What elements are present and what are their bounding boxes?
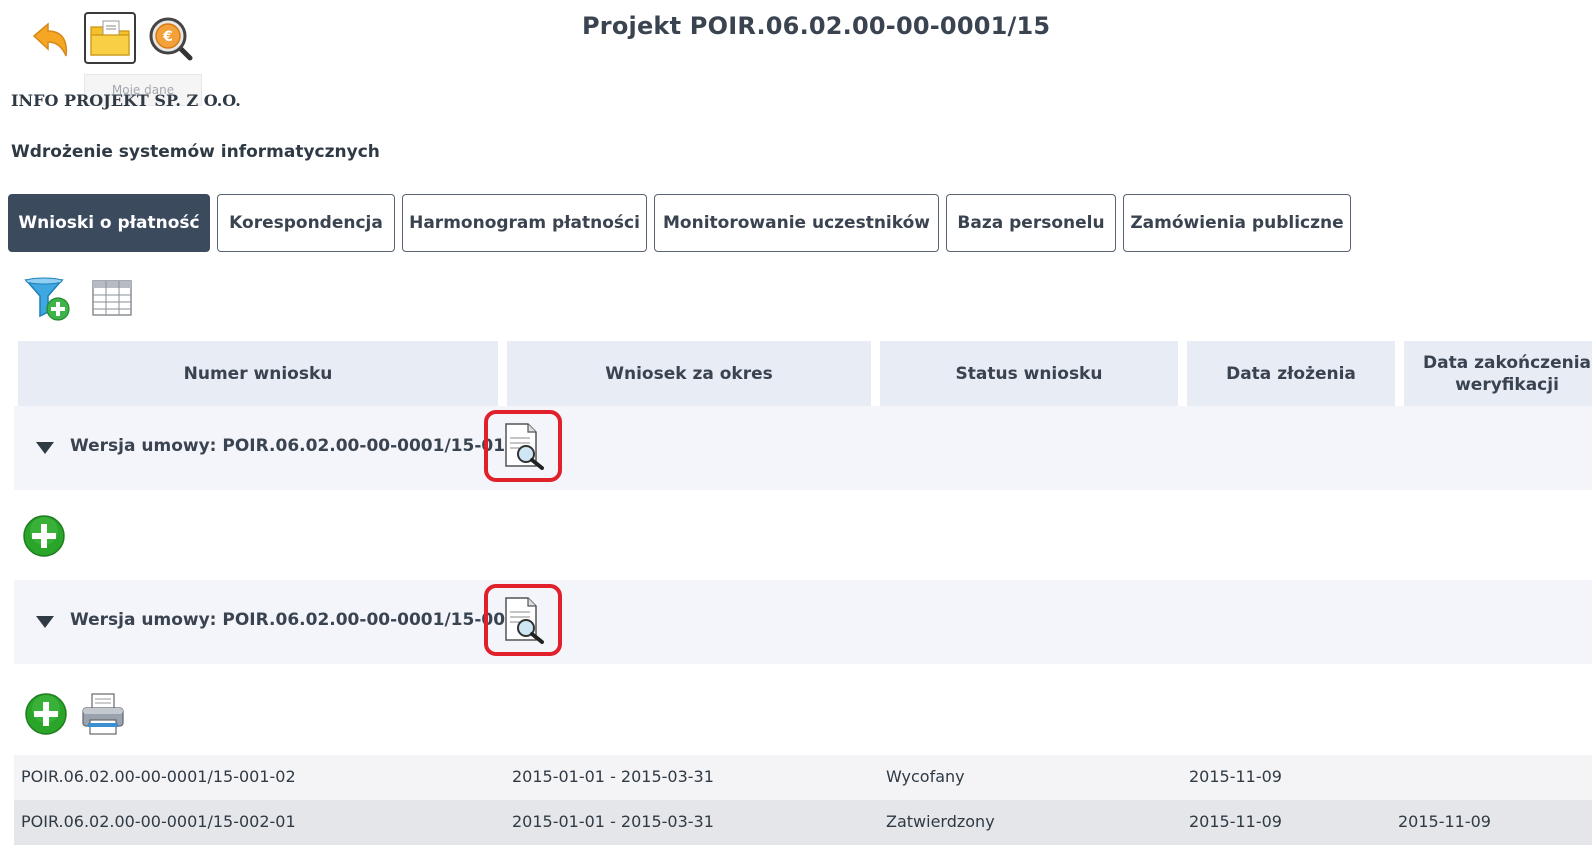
cell-status-wniosku: Wycofany [886, 767, 965, 786]
column-header-status-wniosku[interactable]: Status wniosku [880, 341, 1178, 406]
tab-korespondencja[interactable]: Korespondencja [217, 194, 395, 252]
folder-icon[interactable] [84, 12, 136, 64]
cell-data-zakonczenia: 2015-11-09 [1398, 812, 1491, 831]
group-label: Wersja umowy: POIR.06.02.00-00-0001/15-0… [70, 436, 506, 456]
cell-data-zlozenia: 2015-11-09 [1189, 767, 1282, 786]
column-header-data-zlozenia[interactable]: Data złożenia [1187, 341, 1395, 406]
table-columns-icon[interactable] [92, 280, 132, 316]
document-preview-icon[interactable] [484, 584, 562, 656]
group-row: Wersja umowy: POIR.06.02.00-00-0001/15-0… [14, 580, 1592, 664]
group-label: Wersja umowy: POIR.06.02.00-00-0001/15-0… [70, 610, 506, 630]
tab-bar: Wnioski o płatność Korespondencja Harmon… [8, 194, 1351, 252]
tab-wnioski-o-platnosc[interactable]: Wnioski o płatność [8, 194, 210, 252]
back-arrow-icon[interactable] [28, 16, 72, 60]
cell-wniosek-za-okres: 2015-01-01 - 2015-03-31 [512, 812, 714, 831]
tab-zamowienia-publiczne[interactable]: Zamówienia publiczne [1123, 194, 1351, 252]
tab-harmonogram-platnosci[interactable]: Harmonogram płatności [402, 194, 647, 252]
table-row[interactable]: POIR.06.02.00-00-0001/15-002-01 2015-01-… [14, 800, 1592, 845]
add-icon[interactable] [22, 514, 66, 558]
table-header: Numer wniosku Wniosek za okres Status wn… [18, 341, 1592, 406]
filter-add-icon[interactable] [24, 276, 72, 322]
caret-down-icon[interactable] [36, 616, 54, 628]
document-preview-icon[interactable] [484, 410, 562, 482]
cell-numer-wniosku: POIR.06.02.00-00-0001/15-002-01 [21, 812, 296, 831]
cell-wniosek-za-okres: 2015-01-01 - 2015-03-31 [512, 767, 714, 786]
printer-icon[interactable] [80, 692, 126, 738]
column-header-wniosek-za-okres[interactable]: Wniosek za okres [507, 341, 871, 406]
euro-search-icon[interactable]: € [146, 14, 196, 64]
group-row: Wersja umowy: POIR.06.02.00-00-0001/15-0… [14, 406, 1592, 490]
cell-status-wniosku: Zatwierdzony [886, 812, 995, 831]
page-title: Projekt POIR.06.02.00-00-0001/15 [582, 12, 1051, 40]
caret-down-icon[interactable] [36, 442, 54, 454]
table-row[interactable]: POIR.06.02.00-00-0001/15-001-02 2015-01-… [14, 755, 1592, 800]
tab-baza-personelu[interactable]: Baza personelu [946, 194, 1116, 252]
company-name: INFO PROJEKT SP. Z O.O. [11, 91, 241, 110]
column-header-data-zakonczenia-weryfikacji[interactable]: Data zakończenia weryfikacji [1404, 341, 1592, 406]
svg-text:€: € [162, 29, 173, 45]
column-header-numer-wniosku[interactable]: Numer wniosku [18, 341, 498, 406]
tab-monitorowanie-uczestnikow[interactable]: Monitorowanie uczestników [654, 194, 939, 252]
cell-numer-wniosku: POIR.06.02.00-00-0001/15-001-02 [21, 767, 296, 786]
cell-data-zlozenia: 2015-11-09 [1189, 812, 1282, 831]
project-name: Wdrożenie systemów informatycznych [11, 142, 380, 162]
add-icon[interactable] [24, 692, 68, 736]
